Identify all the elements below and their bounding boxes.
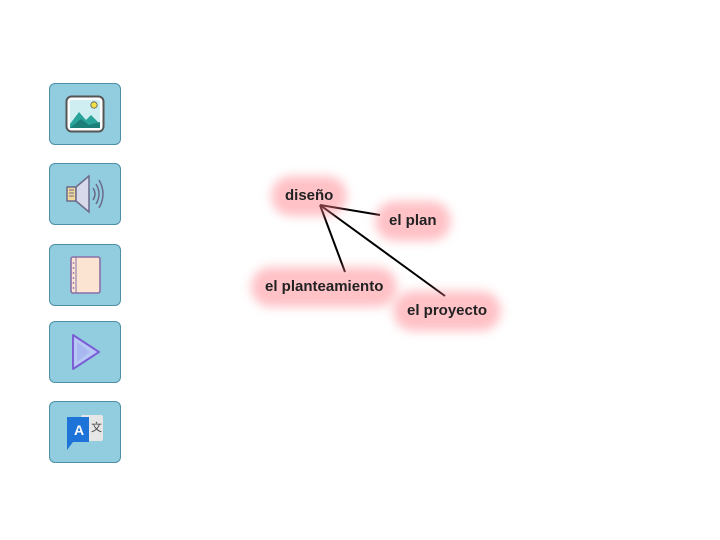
audio-button[interactable] (49, 163, 121, 225)
synonym-proyecto: el proyecto (401, 299, 494, 323)
center-word: diseño (279, 184, 340, 208)
play-button[interactable] (49, 321, 121, 383)
translate-icon: A 文 (67, 415, 103, 450)
image-button[interactable] (49, 83, 121, 145)
translate-button[interactable]: A 文 (49, 401, 121, 463)
speaker-icon (66, 174, 104, 214)
translate-icon-latin: A (74, 422, 84, 438)
translate-icon-cjk: 文 (91, 420, 102, 434)
connector-planteamiento (319, 204, 346, 273)
synonym-planteamiento: el planteamiento (259, 275, 390, 299)
book-button[interactable] (49, 244, 121, 306)
image-icon (65, 95, 105, 133)
notebook-icon (70, 256, 101, 294)
synonym-plan: el plan (383, 209, 443, 233)
play-icon (72, 334, 100, 370)
